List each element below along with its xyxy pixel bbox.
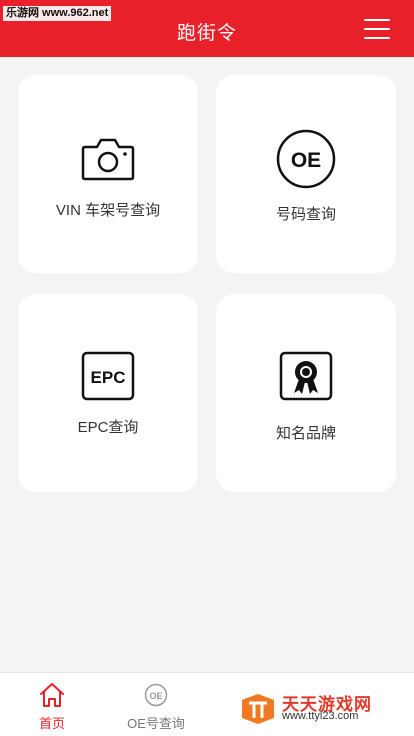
number-query-label: 号码查询: [275, 206, 336, 223]
menu-line: [364, 19, 390, 21]
epc-icon: EPC: [81, 351, 135, 406]
vin-query-label: VIN 车架号查询: [55, 202, 161, 219]
epc-icon-text: EPC: [91, 368, 126, 387]
site-watermark: 乐游网 www.962.net: [3, 6, 112, 21]
oe-tab-icon: OE: [144, 683, 168, 712]
camera-icon: [81, 135, 135, 186]
vin-query-card[interactable]: VIN 车架号查询: [18, 75, 198, 273]
epc-query-label: EPC查询: [77, 419, 139, 436]
famous-brands-label: 知名品牌: [275, 425, 336, 442]
brand-watermark: 天天游戏网 www.ttyl23.com: [240, 690, 410, 730]
page-title: 跑街令: [176, 23, 237, 44]
menu-line: [364, 37, 390, 39]
menu-button[interactable]: [364, 19, 390, 39]
tab-home[interactable]: 首页: [0, 673, 104, 736]
tab-home-label: 首页: [38, 716, 65, 731]
oe-tab-icon-text: OE: [149, 691, 162, 701]
watermark-brand-url: www.ttyl23.com: [282, 710, 359, 722]
menu-line: [364, 28, 390, 30]
tab-oe-query[interactable]: OE OE号查询: [104, 673, 208, 736]
oe-icon: OE: [275, 128, 337, 195]
award-badge-icon: [279, 351, 333, 406]
famous-brands-card[interactable]: 知名品牌: [216, 294, 396, 492]
tab-oe-query-label: OE号查询: [127, 716, 185, 731]
epc-query-card[interactable]: EPC EPC查询: [18, 294, 198, 492]
home-icon: [38, 681, 66, 714]
number-query-card[interactable]: OE 号码查询: [216, 75, 396, 273]
oe-icon-text: OE: [291, 149, 321, 172]
watermark-logo-icon: [240, 692, 276, 731]
